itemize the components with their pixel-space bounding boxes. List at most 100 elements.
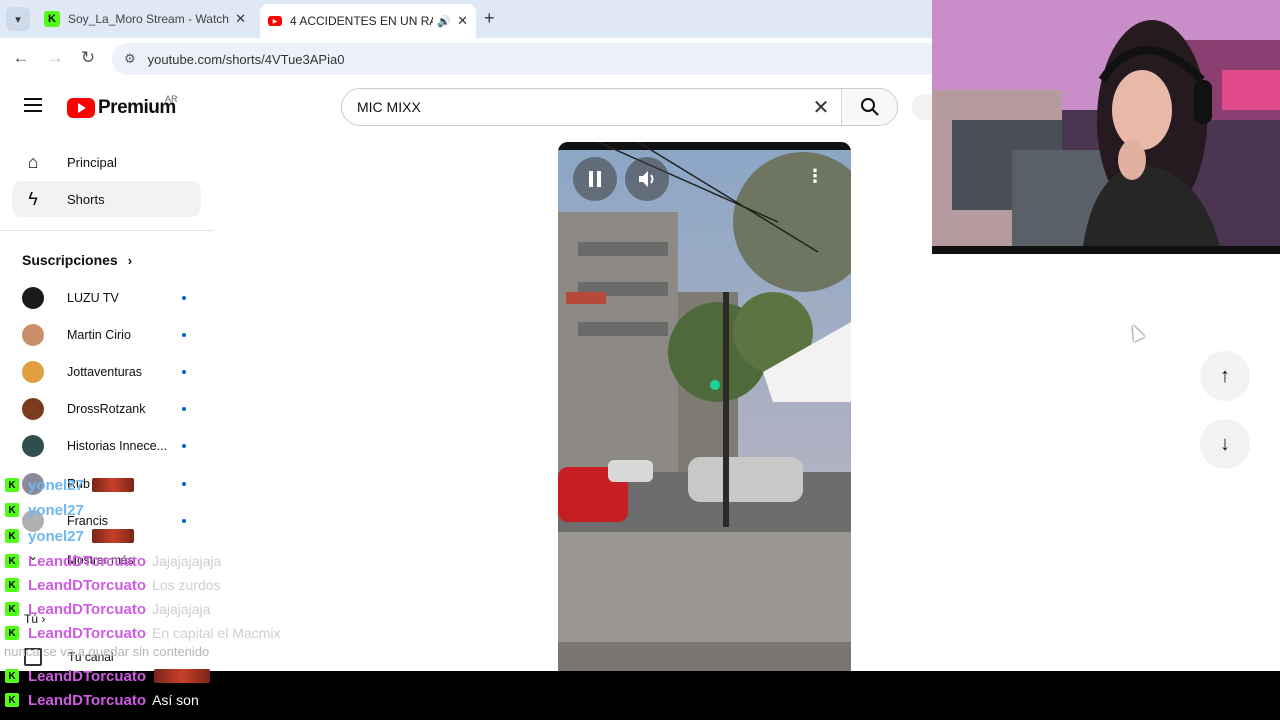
new-tab-button[interactable]: +	[484, 8, 495, 29]
more-options-icon[interactable]: ⋮	[806, 166, 824, 187]
subscription-item[interactable]: Jottaventuras	[22, 358, 202, 386]
chat-message: K LeandDTorcuato Así son	[5, 690, 199, 710]
new-content-dot	[182, 407, 186, 411]
previous-short-button[interactable]: ↑	[1200, 351, 1250, 401]
chat-username: LeandDTorcuato	[28, 624, 147, 642]
shorts-icon: ϟ	[28, 188, 38, 209]
arrow-down-icon: ↓	[1220, 432, 1230, 455]
subscriptions-header[interactable]: Suscripciones ›	[22, 252, 132, 268]
subscriptions-title: Suscripciones	[22, 252, 118, 268]
subscription-item[interactable]: DrossRotzank	[22, 395, 202, 423]
sidebar-item-label: Principal	[67, 154, 117, 170]
youtube-icon: ▶	[268, 16, 282, 26]
new-content-dot	[182, 482, 186, 486]
back-icon[interactable]: ←	[10, 48, 32, 68]
next-short-button[interactable]: ↓	[1200, 419, 1250, 469]
chat-emote	[154, 669, 211, 683]
volume-button[interactable]	[625, 157, 669, 201]
close-tab-icon[interactable]: ✕	[235, 11, 246, 27]
chat-username: LeandDTorcuato	[28, 576, 147, 594]
clear-search-icon[interactable]: ✕	[801, 95, 841, 120]
sidebar-item-principal[interactable]: ⌂ Principal	[12, 144, 201, 180]
address-bar-row: ← → ↻ ⚙ youtube.com/shorts/4VTue3APia0	[0, 38, 942, 80]
chat-text: Jajajajaja	[152, 601, 211, 617]
chat-emote	[91, 529, 134, 543]
chat-username: yonel27	[28, 501, 84, 519]
kick-icon: K	[5, 578, 19, 592]
tab-title: 4 ACCIDENTES EN UN RATI	[290, 14, 434, 28]
search-icon	[860, 98, 879, 116]
tab-kick-stream[interactable]: K Soy_La_Moro Stream - Watch L ✕	[36, 4, 254, 34]
chat-text: Jajajajajaja	[152, 553, 222, 569]
chat-message: K LeandDTorcuato Los zurdos	[5, 575, 221, 595]
subscription-name: DrossRotzank	[67, 402, 146, 416]
browser-tab-bar: ▾ K Soy_La_Moro Stream - Watch L ✕ ▶ 4 A…	[0, 0, 932, 38]
new-content-dot	[182, 296, 186, 300]
url-input[interactable]: ⚙ youtube.com/shorts/4VTue3APia0	[112, 43, 942, 75]
avatar	[22, 361, 44, 383]
kick-icon: K	[5, 503, 19, 517]
chat-text: En capital el Macmix	[152, 625, 281, 641]
new-content-dot	[182, 444, 186, 448]
kick-icon: K	[5, 602, 19, 616]
chat-message: K LeandDTorcuato Jajajajajaja	[5, 551, 221, 571]
search-box: MIC MIXX ✕	[341, 88, 898, 126]
kick-icon: K	[5, 693, 19, 707]
pause-icon	[589, 171, 601, 187]
forward-icon[interactable]: →	[44, 48, 66, 68]
mouse-cursor-icon	[1127, 322, 1145, 342]
reload-icon[interactable]: ↻	[77, 48, 99, 68]
chat-text: Así son	[152, 692, 199, 708]
chat-username: LeandDTorcuato	[28, 600, 147, 618]
avatar	[22, 324, 44, 346]
chat-username: LeandDTorcuato	[28, 691, 147, 709]
kick-icon: K	[5, 669, 19, 683]
new-content-dot	[182, 333, 186, 337]
tab-search-dropdown-icon[interactable]: ▾	[6, 7, 30, 31]
shorts-video-player[interactable]	[558, 142, 851, 672]
subscription-item[interactable]: Martin Cirio	[22, 321, 202, 349]
url-text: youtube.com/shorts/4VTue3APia0	[147, 51, 345, 67]
kick-icon: K	[44, 11, 60, 27]
avatar	[22, 435, 44, 457]
chat-message: K LeandDTorcuato	[5, 666, 211, 686]
chat-text: Los zurdos	[152, 577, 221, 593]
site-settings-icon[interactable]: ⚙	[124, 51, 136, 67]
chat-message: K LeandDTorcuato En capital el Macmix	[5, 623, 280, 643]
kick-icon: K	[5, 554, 19, 568]
chat-emote	[91, 478, 134, 492]
close-tab-icon[interactable]: ✕	[457, 13, 468, 29]
home-icon: ⌂	[27, 151, 39, 172]
youtube-logo[interactable]: Premium	[67, 97, 176, 119]
sidebar-item-label: Shorts	[67, 191, 105, 207]
chat-faded-text: nunca se va a quedar sin contenido	[4, 644, 210, 659]
new-content-dot	[182, 519, 186, 523]
subscription-item[interactable]: Historias Innece...	[22, 432, 202, 460]
subscription-name: Martin Cirio	[67, 328, 131, 342]
chat-username: LeandDTorcuato	[28, 552, 147, 570]
hamburger-menu-icon[interactable]	[24, 98, 42, 112]
chat-username: yonel27	[28, 527, 84, 545]
tab-youtube-short[interactable]: ▶ 4 ACCIDENTES EN UN RATI 🔊 ✕	[260, 4, 476, 38]
tab-title: Soy_La_Moro Stream - Watch L	[68, 12, 230, 26]
tab-audio-icon[interactable]: 🔊	[437, 15, 451, 28]
chat-message: K yonel27	[5, 526, 134, 546]
subscription-name: LUZU TV	[67, 291, 119, 305]
pause-button[interactable]	[573, 157, 617, 201]
voice-search-button[interactable]	[912, 94, 934, 120]
kick-icon: K	[5, 529, 19, 543]
kick-icon: K	[5, 478, 19, 492]
search-button[interactable]	[841, 89, 897, 125]
kick-icon: K	[5, 626, 19, 640]
video-frame	[558, 142, 851, 672]
sidebar-item-shorts[interactable]: ϟ Shorts	[12, 181, 201, 217]
chat-message: K yonel27	[5, 475, 134, 495]
new-content-dot	[182, 370, 186, 374]
chat-username: yonel27	[28, 476, 84, 494]
country-code: AR	[165, 94, 178, 104]
subscription-name: Jottaventuras	[67, 365, 143, 379]
streamer-webcam-image	[932, 0, 1280, 254]
subscription-item[interactable]: LUZU TV	[22, 284, 202, 312]
search-input[interactable]: MIC MIXX	[342, 99, 801, 115]
webcam-overlay	[932, 0, 1280, 254]
